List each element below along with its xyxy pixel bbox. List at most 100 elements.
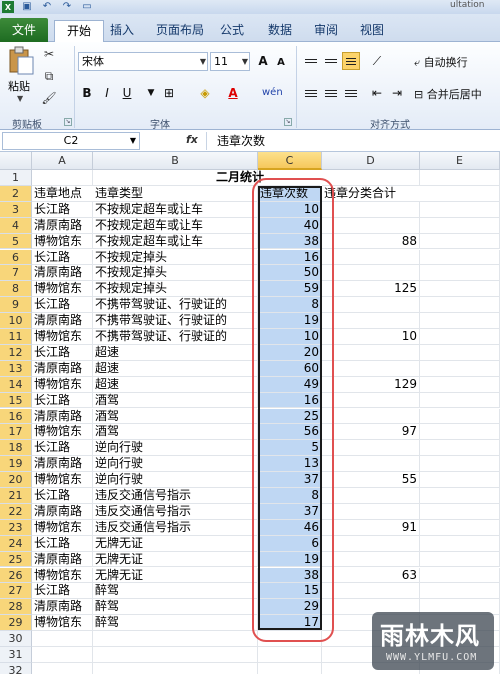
grid-cell[interactable] (32, 662, 93, 674)
tab-insert[interactable]: 插入 (104, 20, 140, 42)
row-header[interactable]: 31 (0, 647, 32, 663)
cell-category-total[interactable] (322, 583, 420, 600)
cell-violation-count[interactable]: 6 (258, 535, 322, 552)
cell-category-total[interactable] (322, 249, 420, 266)
row-header[interactable]: 32 (0, 662, 32, 674)
align-top-button[interactable] (302, 52, 320, 70)
cell-category-total[interactable] (322, 408, 420, 425)
grid-cell[interactable] (420, 185, 500, 202)
cell-location[interactable]: 博物馆东 (32, 376, 93, 393)
grid-cell[interactable] (420, 281, 500, 298)
orientation-icon[interactable]: ⟋ (368, 52, 386, 70)
cell-location[interactable]: 博物馆东 (32, 233, 93, 250)
cell-location[interactable]: 博物馆东 (32, 424, 93, 441)
cell-violation-type[interactable]: 违反交通信号指示 (93, 503, 258, 520)
cell-location[interactable]: 博物馆东 (32, 329, 93, 345)
cell-category-total[interactable] (322, 456, 420, 473)
grid-cell[interactable] (32, 631, 93, 647)
row-header[interactable]: 21 (0, 488, 32, 504)
cell-violation-type[interactable]: 不按规定掉头 (93, 265, 258, 282)
cell-category-total[interactable] (322, 392, 420, 409)
cell-category-total[interactable]: 91 (322, 519, 420, 536)
font-color-button[interactable]: A (224, 84, 242, 102)
cell-violation-type[interactable]: 超速 (93, 360, 258, 377)
cell-violation-count[interactable]: 40 (258, 217, 322, 234)
cell-violation-type[interactable]: 无牌无证 (93, 535, 258, 552)
tab-view[interactable]: 视图 (354, 20, 390, 42)
cell-location[interactable]: 长江路 (32, 344, 93, 361)
grid-cell[interactable] (258, 662, 322, 674)
cell-violation-type[interactable]: 酒驾 (93, 424, 258, 441)
decrease-indent-icon[interactable]: ⇤ (368, 84, 386, 102)
row-header[interactable]: 23 (0, 519, 32, 536)
align-bottom-button[interactable] (342, 52, 360, 70)
grow-font-button[interactable]: A (254, 52, 272, 70)
row-header[interactable]: 22 (0, 503, 32, 520)
grid-cell[interactable] (93, 631, 258, 647)
cell-category-total[interactable] (322, 201, 420, 218)
tab-file[interactable]: 文件 (0, 18, 48, 42)
cell-category-total[interactable] (322, 265, 420, 282)
cut-icon[interactable]: ✂ (40, 46, 58, 62)
redo-icon[interactable]: ↷ (60, 1, 74, 13)
column-header-c[interactable]: C (258, 152, 322, 170)
grid-cell[interactable] (258, 647, 322, 663)
cell-violation-count[interactable]: 49 (258, 376, 322, 393)
row-header[interactable]: 1 (0, 170, 32, 186)
row-header[interactable]: 18 (0, 440, 32, 457)
cell-location[interactable]: 博物馆东 (32, 519, 93, 536)
cell-location[interactable]: 清原南路 (32, 217, 93, 234)
cell-violation-count[interactable]: 10 (258, 329, 322, 345)
cell-location[interactable]: 长江路 (32, 249, 93, 266)
cell-category-total[interactable] (322, 313, 420, 329)
cell-violation-count[interactable]: 19 (258, 551, 322, 568)
cell-violation-type[interactable]: 醉驾 (93, 583, 258, 600)
grid-cell[interactable] (420, 440, 500, 457)
cell-category-total[interactable] (322, 440, 420, 457)
grid-cell[interactable] (420, 519, 500, 536)
format-painter-icon[interactable]: 🖌 (40, 90, 58, 106)
cell-violation-type[interactable]: 逆向行驶 (93, 472, 258, 488)
cell-violation-type[interactable]: 不携带驾驶证、行驶证的 (93, 329, 258, 345)
paste-dropdown-icon[interactable]: ▼ (17, 94, 23, 103)
grid-cell[interactable] (420, 424, 500, 441)
font-launcher-icon[interactable]: ↘ (284, 118, 292, 126)
header-cell-location[interactable]: 违章地点 (32, 186, 93, 202)
font-family-select[interactable]: 宋体 ▼ (78, 52, 208, 71)
align-right-button[interactable] (342, 84, 360, 102)
cell-violation-type[interactable]: 醉驾 (93, 615, 258, 632)
cell-category-total[interactable] (322, 217, 420, 234)
row-header[interactable]: 4 (0, 217, 32, 234)
increase-indent-icon[interactable]: ⇥ (388, 84, 406, 102)
cell-location[interactable]: 博物馆东 (32, 281, 93, 298)
cell-violation-type[interactable]: 酒驾 (93, 408, 258, 425)
cell-violation-count[interactable]: 50 (258, 265, 322, 282)
grid-cell[interactable] (420, 551, 500, 568)
cell-violation-count[interactable]: 17 (258, 615, 322, 632)
cell-violation-type[interactable]: 不携带驾驶证、行驶证的 (93, 297, 258, 314)
header-cell-type[interactable]: 违章类型 (93, 185, 258, 202)
tab-page-layout[interactable]: 页面布局 (150, 20, 210, 42)
cell-violation-count[interactable]: 8 (258, 488, 322, 504)
row-header[interactable]: 25 (0, 551, 32, 568)
cell-location[interactable]: 博物馆东 (32, 615, 93, 632)
italic-button[interactable]: I (98, 84, 116, 102)
grid-cell[interactable] (420, 313, 500, 329)
cell-violation-count[interactable]: 13 (258, 456, 322, 473)
column-header-a[interactable]: A (32, 152, 93, 170)
row-header[interactable]: 30 (0, 631, 32, 647)
grid-cell[interactable] (93, 662, 258, 674)
grid-cell[interactable] (420, 456, 500, 473)
cell-category-total[interactable] (322, 535, 420, 552)
cell-violation-type[interactable]: 酒驾 (93, 392, 258, 409)
grid-cell[interactable] (420, 503, 500, 520)
cell-violation-count[interactable]: 8 (258, 297, 322, 314)
align-left-button[interactable] (302, 84, 320, 102)
grid-cell[interactable] (420, 297, 500, 314)
paste-button-label[interactable]: 粘贴 (8, 78, 30, 94)
cell-location[interactable]: 清原南路 (32, 551, 93, 568)
cell-violation-count[interactable]: 37 (258, 472, 322, 488)
insert-function-button[interactable]: fx (186, 133, 198, 146)
cell-violation-count[interactable]: 5 (258, 440, 322, 457)
grid-cell[interactable] (420, 249, 500, 266)
